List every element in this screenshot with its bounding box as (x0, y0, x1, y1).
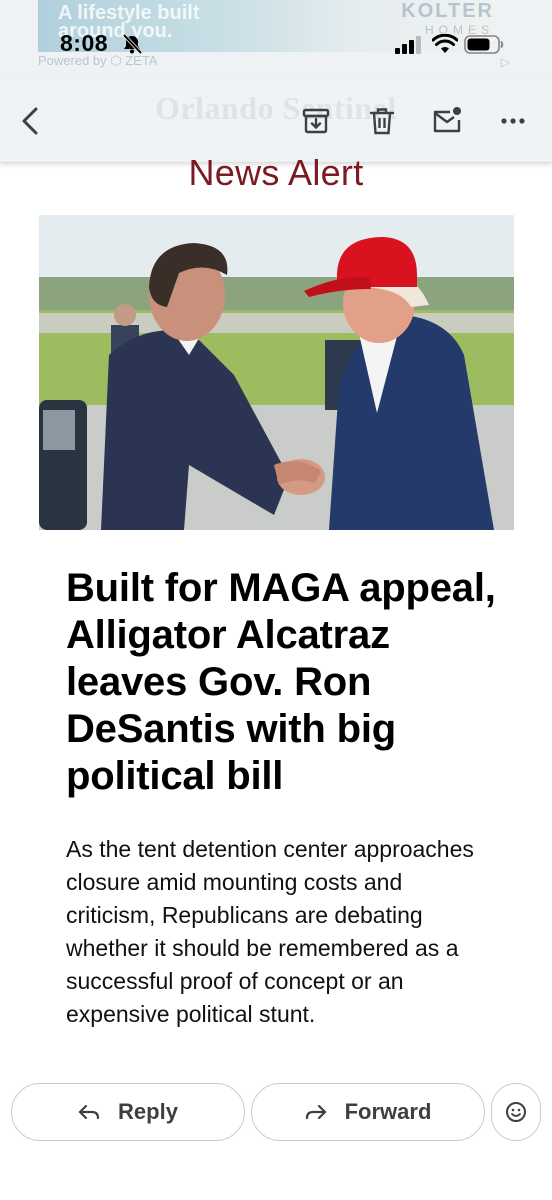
email-headline[interactable]: Built for MAGA appeal, Alligator Alcatra… (66, 565, 506, 800)
bell-slash-icon (122, 34, 143, 54)
forward-button[interactable]: Forward (251, 1083, 485, 1141)
mark-unread-icon[interactable] (432, 106, 462, 136)
ad-info-icon[interactable]: ▷ (501, 55, 510, 69)
forward-arrow-icon (305, 1104, 326, 1120)
hero-photo-illustration (39, 215, 514, 530)
wifi-icon (432, 34, 458, 53)
archive-icon[interactable] (301, 106, 331, 136)
reply-arrow-icon (78, 1104, 100, 1120)
email-dek: As the tent detention center approaches … (66, 836, 474, 1027)
ad-brand: KOLTER HOMES (401, 0, 494, 37)
forward-label: Forward (344, 1099, 432, 1124)
cellular-signal-icon (395, 36, 421, 54)
ad-brand-name: KOLTER (401, 0, 494, 22)
email-toolbar: Orlando Sentinel (0, 78, 552, 163)
more-dots-icon[interactable] (498, 106, 528, 136)
masthead-logo: Orlando Sentinel (155, 90, 397, 126)
battery-icon (464, 35, 504, 54)
emoji-reaction-button[interactable] (491, 1083, 541, 1141)
status-time: 8:08 (60, 30, 109, 56)
news-alert-label: News Alert (188, 152, 364, 193)
hero-photo-handshake[interactable] (39, 215, 514, 530)
reply-button[interactable]: Reply (11, 1083, 245, 1141)
trash-icon[interactable] (367, 106, 397, 136)
emoji-reaction-icon (506, 1102, 526, 1122)
back-arrow-icon[interactable] (16, 106, 46, 136)
reply-label: Reply (118, 1099, 178, 1124)
